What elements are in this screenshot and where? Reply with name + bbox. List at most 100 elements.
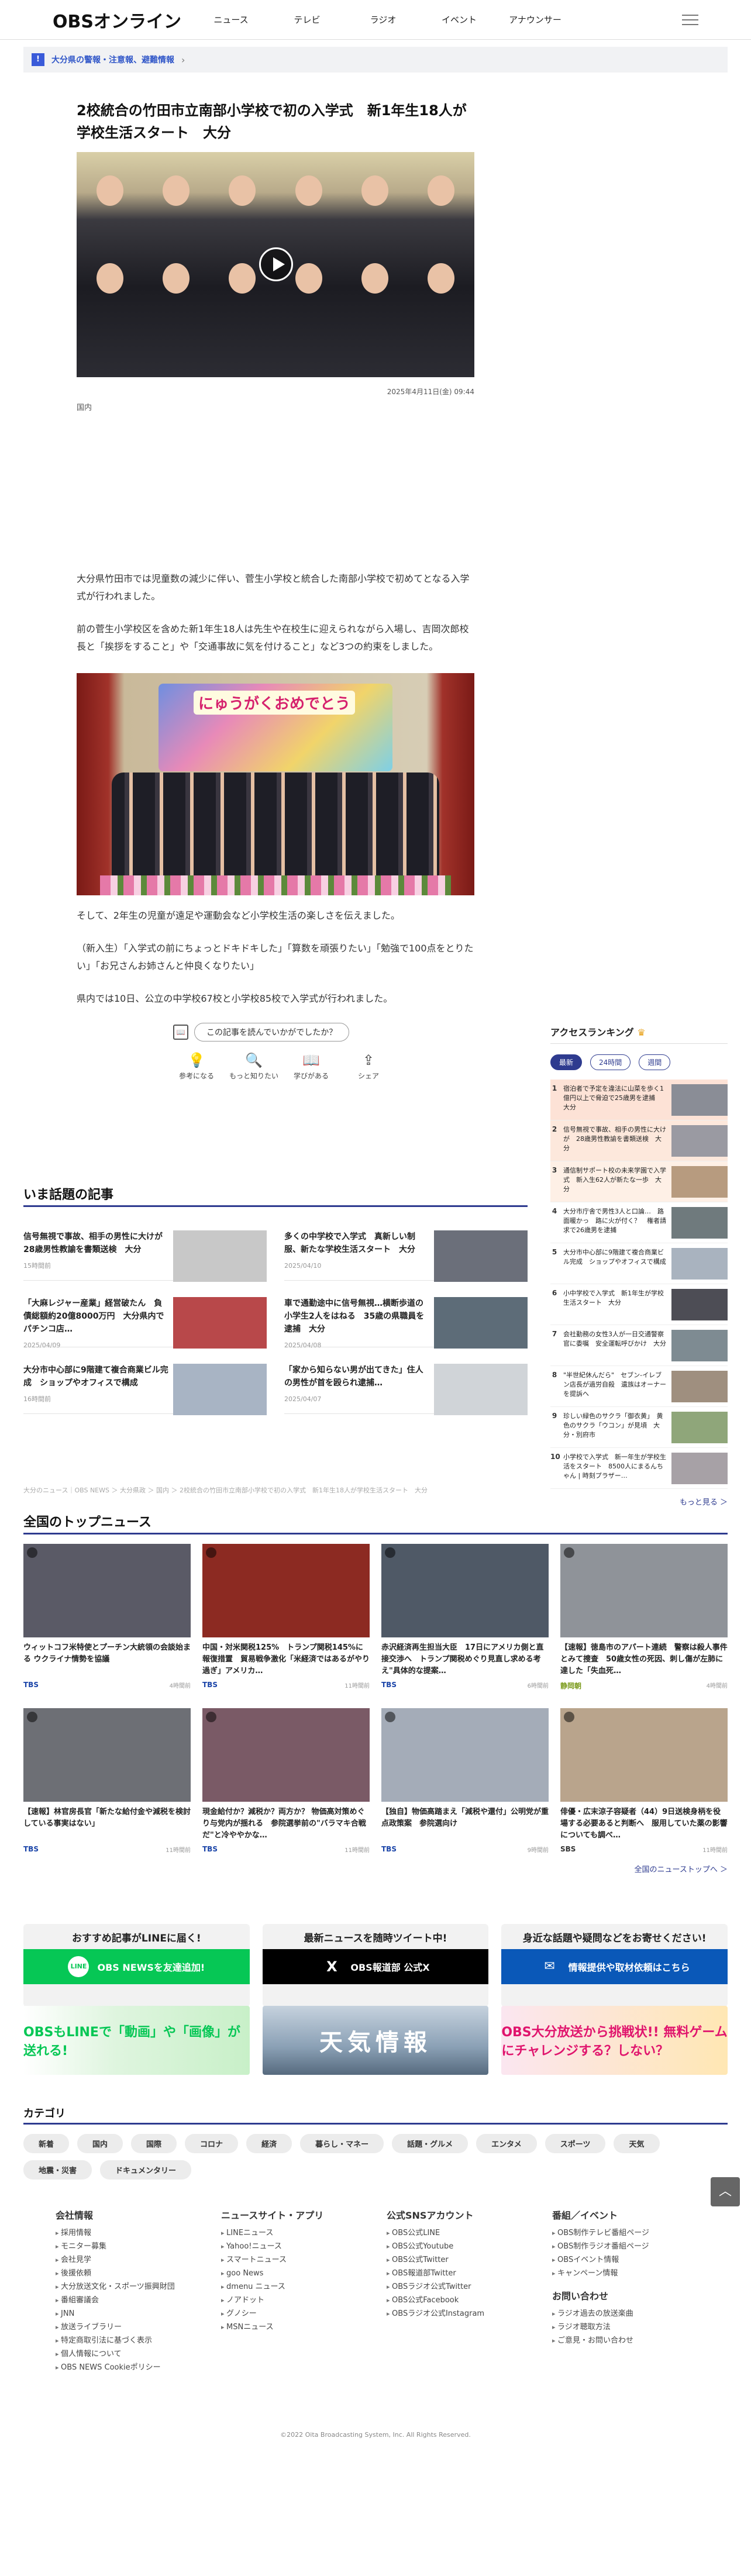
list-item[interactable]: 車で通勤途中に信号無視…横断歩道の小学生2人をはねる 35歳の県職員を逮捕 大分… bbox=[284, 1289, 528, 1349]
ranking-tab-latest[interactable]: 最新 bbox=[550, 1054, 583, 1070]
play-icon[interactable] bbox=[259, 247, 293, 281]
footer-link[interactable]: スマートニュース bbox=[221, 2253, 387, 2267]
list-item[interactable]: 「大麻レジャー産業」経営破たん 負債総額約20億8000万円 大分県内でパチンコ… bbox=[23, 1289, 267, 1349]
list-item[interactable]: 「家から知らない男が出てきた」住人の男性が首を殴られ逮捕… 2025/04/07 bbox=[284, 1356, 528, 1415]
footer-link[interactable]: ご意見・お問い合わせ bbox=[552, 2334, 704, 2347]
category-chip[interactable]: スポーツ bbox=[545, 2134, 606, 2153]
alert-bar[interactable]: ! 大分県の警報・注意報、避難情報 › bbox=[23, 47, 728, 73]
footer-link[interactable]: キャンペーン情報 bbox=[552, 2267, 704, 2280]
footer-link[interactable]: モニター募集 bbox=[56, 2240, 221, 2253]
footer-link[interactable]: goo News bbox=[221, 2267, 387, 2280]
news-card[interactable]: 俳優・広末涼子容疑者（44）9日送検身柄を役場する必要あると判断へ 服用していた… bbox=[560, 1708, 728, 1854]
article-date: 2025年4月11日(金) 09:44 bbox=[387, 388, 474, 396]
topnews-more-link[interactable]: 全国のニューストップへ ＞ bbox=[23, 1863, 728, 1874]
nav-announcer[interactable]: アナウンサー bbox=[497, 13, 573, 26]
footer-link[interactable]: OBSラジオ公式Instagram bbox=[387, 2307, 552, 2320]
nav-news[interactable]: ニュース bbox=[193, 13, 269, 26]
ranking-tab-24h[interactable]: 24時間 bbox=[590, 1054, 631, 1070]
news-card[interactable]: 現金給付か？減税か？両方か？ 物価高対策めぐり与党内が揺れる 参院選挙前の"バラ… bbox=[202, 1708, 370, 1854]
footer-link[interactable]: OBS制作テレビ番組ページ bbox=[552, 2226, 704, 2240]
footer-link[interactable]: 番組審議会 bbox=[56, 2294, 221, 2307]
footer-link[interactable]: OBS報道部Twitter bbox=[387, 2267, 552, 2280]
ranking-item[interactable]: 1 宿泊者で予定を違法に山菜を歩く1億円以上で脅迫で25歳男を逮捕 大分 bbox=[550, 1080, 728, 1120]
ranking-item[interactable]: 9 珍しい緑色のサクラ「御衣黄」 黄色のサクラ「ウコン」が見頃 大分・別府市 bbox=[550, 1407, 728, 1448]
ranking-item[interactable]: 4 大分市庁舎で男性3人と口論… 路面暖かっ 路に火が付く？ 権者請求で26歳男を… bbox=[550, 1202, 728, 1243]
footer-link[interactable]: dmenu ニュース bbox=[221, 2280, 387, 2294]
footer-link[interactable]: OBS公式Facebook bbox=[387, 2294, 552, 2307]
footer-link[interactable]: ラジオ聴取方法 bbox=[552, 2320, 704, 2334]
site-logo[interactable]: OBSオンライン bbox=[53, 7, 193, 33]
category-chip[interactable]: 国内 bbox=[77, 2134, 123, 2153]
news-card[interactable]: 赤沢経済再生担当大臣 17日にアメリカ側と直接交渉へ トランプ関税めぐり見直し求… bbox=[381, 1544, 549, 1691]
footer-link[interactable]: OBS公式Twitter bbox=[387, 2253, 552, 2267]
ranking-item[interactable]: 5 大分市中心部に9階建て複合商業ビル完成 ショップやオフィスで構成 bbox=[550, 1243, 728, 1284]
article-video[interactable] bbox=[77, 152, 474, 377]
menu-icon[interactable] bbox=[682, 11, 698, 29]
tip-submit-button[interactable]: ✉ 情報提供や取材依頼はこちら bbox=[501, 1949, 728, 1984]
breadcrumb[interactable]: 大分のニュース｜OBS NEWS ＞ 大分県政 ＞ 国内 ＞ 2校統合の竹田市立… bbox=[23, 1485, 725, 1495]
category-chip[interactable]: 経済 bbox=[246, 2134, 292, 2153]
category-chip[interactable]: 国際 bbox=[131, 2134, 177, 2153]
footer-link[interactable]: 後援依頼 bbox=[56, 2267, 221, 2280]
footer-link[interactable]: 個人情報について bbox=[56, 2347, 221, 2361]
ranking-item[interactable]: 2 信号無視で事故、相手の男性に大けが 28歳男性教諭を書類送検 大分 bbox=[550, 1120, 728, 1161]
nav-radio[interactable]: ラジオ bbox=[345, 13, 421, 26]
share-button[interactable]: ⇪ シェア bbox=[342, 1052, 395, 1081]
footer-link[interactable]: ノアドット bbox=[221, 2294, 387, 2307]
ranking-item[interactable]: 6 小中学校で入学式 新1年生が学校生活スタート 大分 bbox=[550, 1284, 728, 1325]
access-ranking: アクセスランキング ♛ 最新 24時間 週間 1 宿泊者で予定を違法に山菜を歩く1… bbox=[550, 1025, 728, 1507]
news-card[interactable]: 【速報】林官房長官「新たな給付金や減税を検討している事実はない」 TBS 11時間前 bbox=[23, 1708, 191, 1854]
footer-link[interactable]: OBS NEWS Cookieポリシー bbox=[56, 2361, 221, 2374]
category-chip[interactable]: ドキュメンタリー bbox=[100, 2160, 192, 2180]
footer-link[interactable]: OBS公式LINE bbox=[387, 2226, 552, 2240]
category-chip[interactable]: 話題・グルメ bbox=[392, 2134, 468, 2153]
footer-link[interactable]: OBS制作ラジオ番組ページ bbox=[552, 2240, 704, 2253]
news-card[interactable]: ウィットコフ米特使とプーチン大統領の会談始まる ウクライナ情勢を協議 TBS 4時間… bbox=[23, 1544, 191, 1691]
ranking-item[interactable]: 3 通信制サポート校の未来学園で入学式 新入生62人が新たな一歩 大分 bbox=[550, 1161, 728, 1202]
reaction-more-button[interactable]: 🔍 もっと知りたい bbox=[228, 1052, 280, 1081]
news-card[interactable]: 中国・対米関税125% トランプ関税145%に報復措置 貿易戦争激化「米経済では… bbox=[202, 1544, 370, 1691]
line-video-banner[interactable]: OBSもLINEで「動画」や「画像」が送れる! bbox=[23, 2006, 250, 2075]
footer-link[interactable]: グノシー bbox=[221, 2307, 387, 2320]
category-chip[interactable]: 暮らし・マネー bbox=[300, 2134, 384, 2153]
ranking-item[interactable]: 8 "半世紀休んだら" セブン-イレブン店長が過労自殺 遺族はオーナーを提訴へ bbox=[550, 1366, 728, 1407]
back-to-top-button[interactable]: ︿ bbox=[711, 2177, 740, 2206]
reaction-learn-button[interactable]: 📖 学びがある bbox=[285, 1052, 337, 1081]
footer-link[interactable]: 放送ライブラリー bbox=[56, 2320, 221, 2334]
footer-link[interactable]: Yahoo!ニュース bbox=[221, 2240, 387, 2253]
ranking-item[interactable]: 7 会社勤務の女性3人が一日交通警察官に委嘱 安全運転呼びかけ 大分 bbox=[550, 1325, 728, 1366]
footer-link[interactable]: OBS公式Youtube bbox=[387, 2240, 552, 2253]
reaction-helpful-button[interactable]: 💡 参考になる bbox=[170, 1052, 223, 1081]
category-chip[interactable]: エンタメ bbox=[476, 2134, 537, 2153]
footer-link[interactable]: 会社見学 bbox=[56, 2253, 221, 2267]
footer-link[interactable]: ラジオ過去の放送楽曲 bbox=[552, 2307, 704, 2320]
news-card[interactable]: 【独自】物価高踏まえ「減税や還付」公明党が重点政策案 参院選向け TBS 9時間前 bbox=[381, 1708, 549, 1854]
news-card[interactable]: 【速報】徳島市のアパート連続 警察は殺人事件とみて捜査 50歳女性の死因、刺し傷… bbox=[560, 1544, 728, 1691]
game-banner[interactable]: OBS大分放送から挑戦状!! 無料ゲームにチャレンジする？しない？ bbox=[501, 2006, 728, 2075]
category-chip[interactable]: コロナ bbox=[185, 2134, 239, 2153]
x-follow-button[interactable]: X OBS報道部 公式X bbox=[262, 1949, 489, 1984]
ranking-item[interactable]: 10 小学校で入学式 新一年生が学校生活をスタート 8500人にまるんちゃん | … bbox=[550, 1448, 728, 1489]
line-add-button[interactable]: LINE OBS NEWSを友達追加! bbox=[23, 1949, 250, 1984]
list-item[interactable]: 信号無視で事故、相手の男性に大けが 28歳男性教諭を書類送検 大分 15時間前 bbox=[23, 1222, 267, 1282]
category-chip[interactable]: 天気 bbox=[614, 2134, 660, 2153]
footer-link[interactable]: 採用情報 bbox=[56, 2226, 221, 2240]
footer-link[interactable]: MSNニュース bbox=[221, 2320, 387, 2334]
photo-banner-text: にゅうがくおめでとう bbox=[194, 691, 356, 715]
nav-event[interactable]: イベント bbox=[421, 13, 497, 26]
footer-link[interactable]: JNN bbox=[56, 2307, 221, 2320]
category-chip[interactable]: 地震・災害 bbox=[23, 2160, 92, 2180]
footer-link[interactable]: 大分放送文化・スポーツ振興財団 bbox=[56, 2280, 221, 2294]
nav-tv[interactable]: テレビ bbox=[269, 13, 345, 26]
footer-link[interactable]: OBSイベント情報 bbox=[552, 2253, 704, 2267]
weather-banner[interactable]: 天気情報 bbox=[262, 2006, 489, 2075]
list-item[interactable]: 大分市中心部に9階建て複合商業ビル完成 ショップやオフィスで構成 16時間前 bbox=[23, 1356, 267, 1415]
article-category[interactable]: 国内 bbox=[77, 401, 474, 412]
ranking-tab-weekly[interactable]: 週間 bbox=[639, 1054, 671, 1070]
ranking-more-link[interactable]: もっと見る ＞ bbox=[550, 1496, 728, 1507]
category-chip[interactable]: 新着 bbox=[23, 2134, 70, 2153]
footer-link[interactable]: 特定商取引法に基づく表示 bbox=[56, 2334, 221, 2347]
footer-link[interactable]: LINEニュース bbox=[221, 2226, 387, 2240]
list-item[interactable]: 多くの中学校で入学式 真新しい制服、新たな学校生活スタート 大分 2025/04/… bbox=[284, 1222, 528, 1282]
footer-link[interactable]: OBSラジオ公式Twitter bbox=[387, 2280, 552, 2294]
